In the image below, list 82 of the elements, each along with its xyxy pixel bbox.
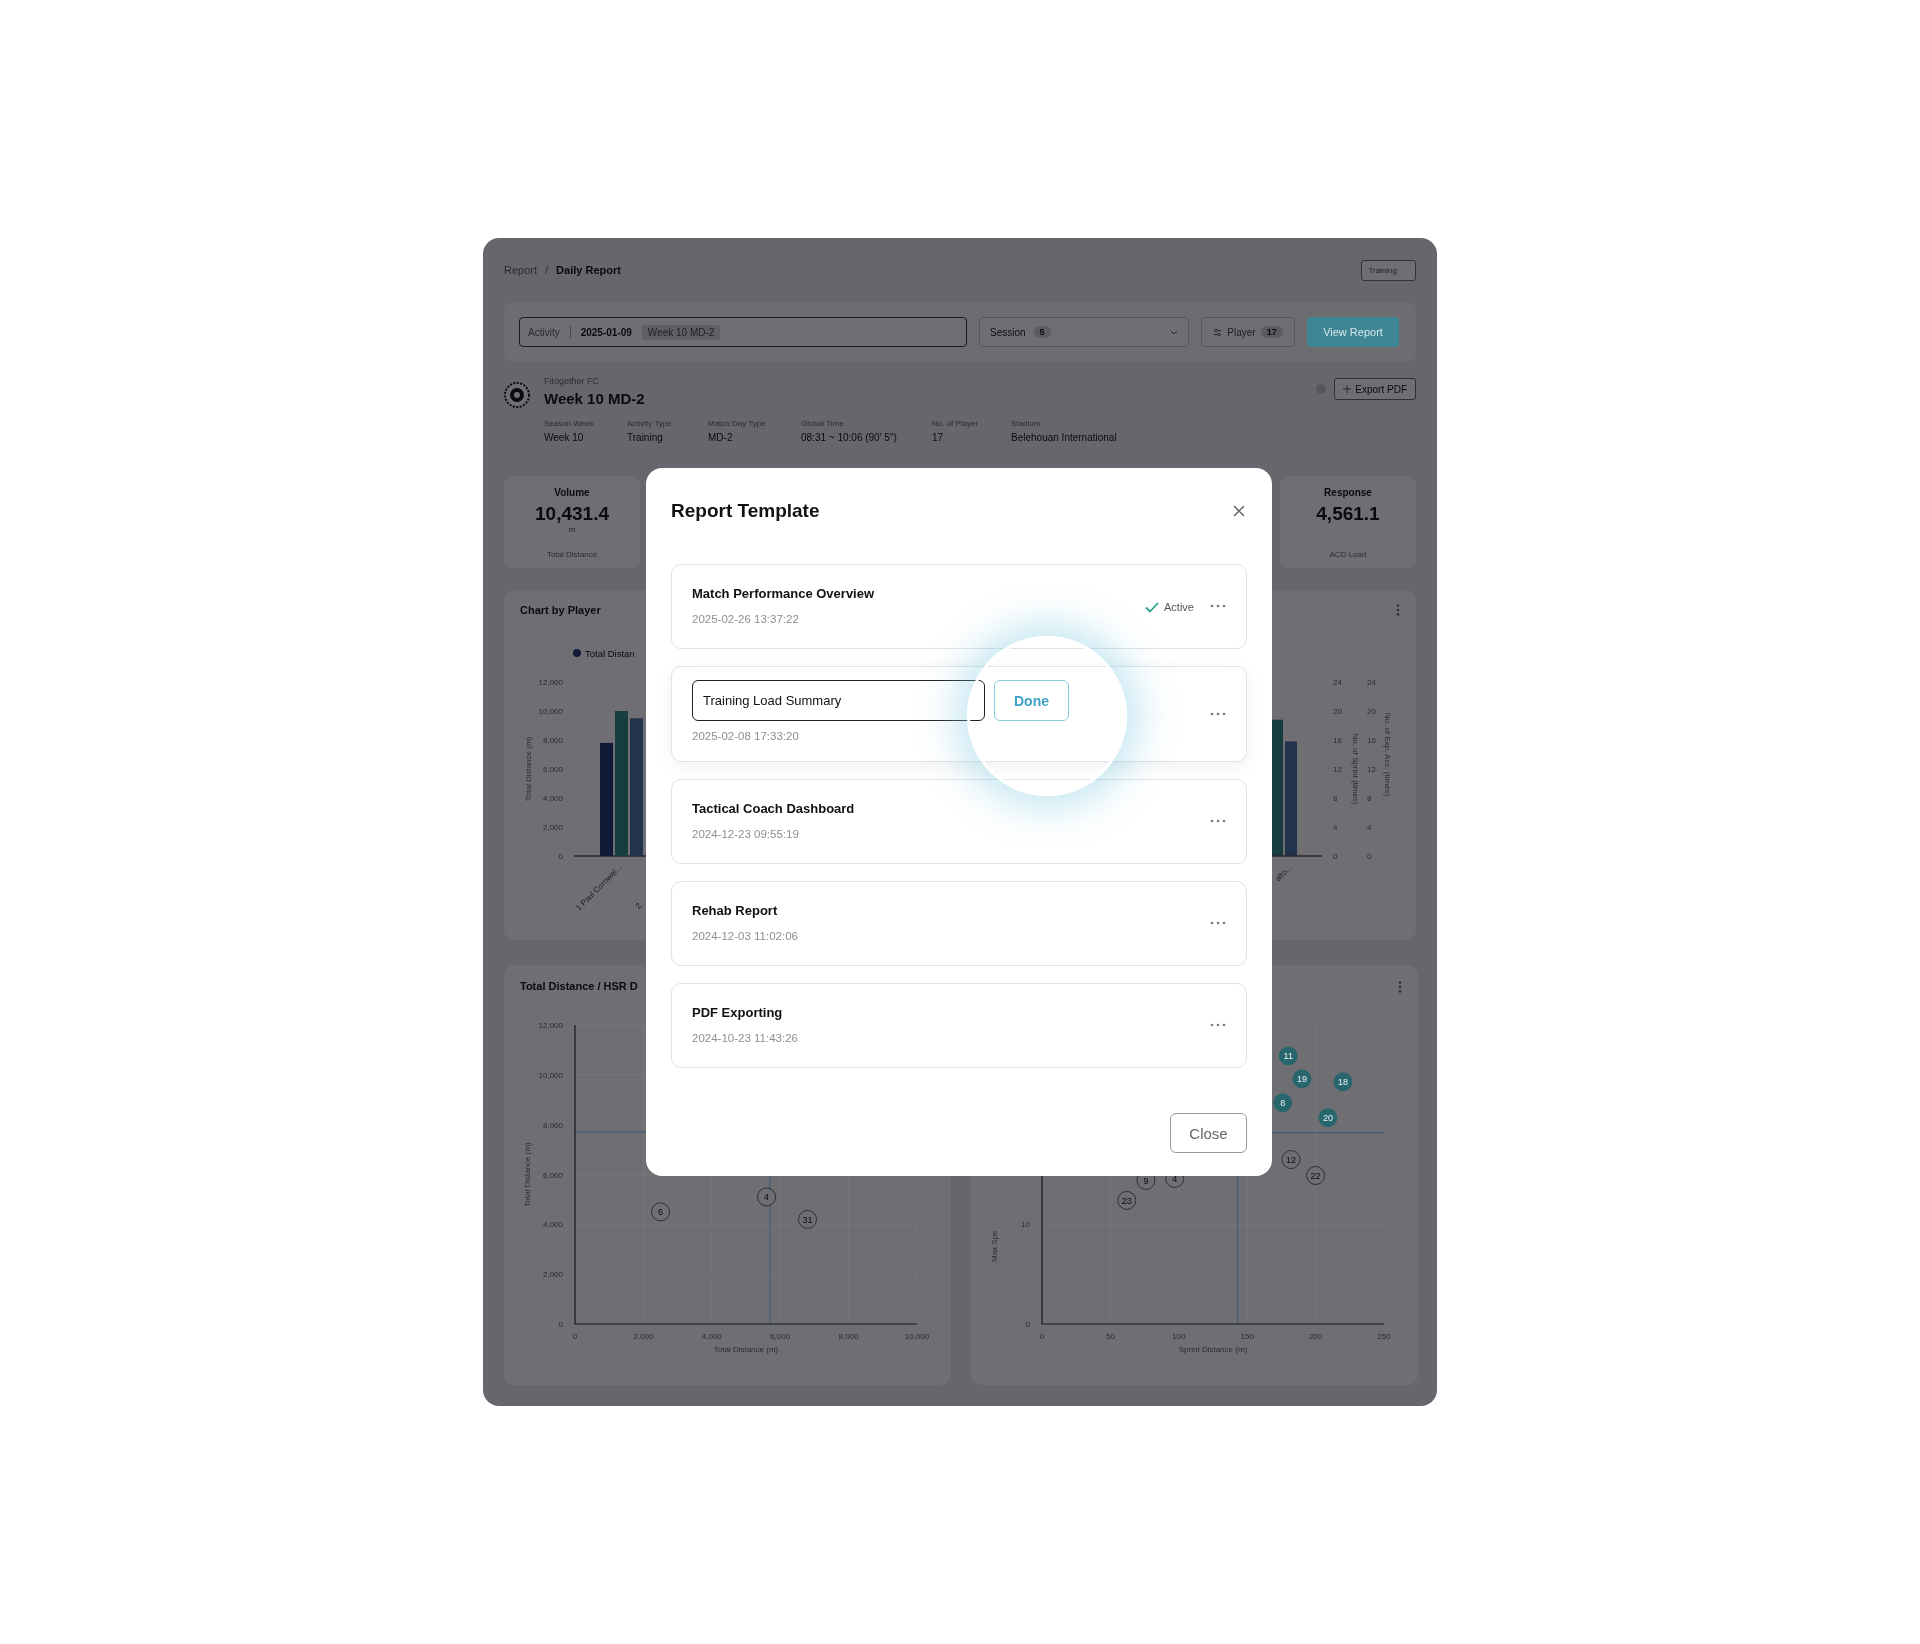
- export-button[interactable]: Export PDF: [1334, 378, 1416, 400]
- session-select[interactable]: Session 5: [979, 317, 1189, 347]
- template-date: 2024-12-03 11:02:06: [692, 930, 798, 942]
- category-label: alto...: [1273, 863, 1294, 884]
- breadcrumb-separator: /: [545, 264, 549, 276]
- tick-label: 100: [1172, 1332, 1186, 1341]
- legend-item: Total Distan: [573, 648, 635, 659]
- axis-title: Total Distance (m): [523, 1142, 532, 1207]
- meta-value: Training: [627, 432, 664, 443]
- breadcrumb-current: Daily Report: [556, 264, 621, 276]
- status-text: Active: [1164, 601, 1194, 613]
- template-name: Tactical Coach Dashboard: [692, 801, 855, 816]
- data-point: 4: [757, 1187, 776, 1207]
- data-point: 18: [1333, 1072, 1353, 1092]
- template-date: 2025-02-26 13:37:22: [692, 613, 800, 625]
- close-button[interactable]: Close: [1170, 1113, 1247, 1153]
- template-date: 2024-12-23 09:55:19: [692, 828, 800, 840]
- meta-value: 08:31 ~ 10:06 (90' 5"): [801, 432, 898, 443]
- template-card[interactable]: Tactical Coach Dashboard 2024-12-23 09:55:19: [671, 779, 1247, 864]
- data-point: 23: [1117, 1190, 1137, 1210]
- data-point: 22: [1306, 1166, 1326, 1185]
- tick-label: 16: [1367, 736, 1376, 745]
- view-report-button[interactable]: View Report: [1307, 317, 1399, 347]
- more-icon[interactable]: [1210, 1023, 1226, 1029]
- more-icon[interactable]: [1210, 712, 1226, 718]
- template-name: Match Performance Overview: [692, 586, 875, 601]
- template-name: Rehab Report: [692, 903, 779, 918]
- kpi-value: 10,431.4: [535, 503, 609, 525]
- data-point: 31: [798, 1209, 818, 1229]
- tick-label: 12: [1367, 765, 1376, 774]
- category-label: 2: [633, 901, 644, 911]
- data-point: 8: [1273, 1093, 1293, 1113]
- session-title: Week 10 MD-2: [544, 390, 646, 407]
- chart-title: Total Distance / HSR D: [520, 980, 638, 994]
- meta-value: 17: [932, 432, 945, 443]
- sliders-icon: [1213, 327, 1223, 337]
- more-icon[interactable]: [1210, 921, 1226, 927]
- kpi-unit: m: [568, 525, 576, 534]
- tick-label: 16: [1333, 736, 1342, 745]
- done-button[interactable]: Done: [994, 680, 1069, 721]
- tick-label: 10: [1021, 1220, 1030, 1230]
- kpi-caption: Total Distance: [546, 550, 598, 559]
- kpi-value: 4,561.1: [1316, 503, 1380, 525]
- data-point: 20: [1318, 1108, 1338, 1128]
- dialog-title: Report Template: [671, 500, 820, 522]
- legend-label: Total Distan: [585, 648, 635, 659]
- tick-label: 2,000: [633, 1332, 654, 1341]
- meta-value: Week 10: [544, 432, 585, 443]
- check-icon: [1145, 601, 1160, 613]
- activity-field[interactable]: Activity 2025-01-09 Week 10 MD-2: [519, 317, 967, 347]
- more-icon[interactable]: [1398, 981, 1402, 993]
- tick-label: 24: [1333, 678, 1342, 687]
- breadcrumb-link[interactable]: Report: [504, 264, 538, 276]
- template-card[interactable]: Rehab Report 2024-12-03 11:02:06: [671, 881, 1247, 966]
- template-card[interactable]: Match Performance Overview 2025-02-26 13:37:22 Active: [671, 564, 1247, 649]
- meta-value: Belehouan International: [1011, 432, 1118, 443]
- more-icon[interactable]: [1210, 819, 1226, 825]
- mode-button[interactable]: Training: [1361, 259, 1416, 281]
- chart-title: Chart by Player: [520, 604, 601, 618]
- template-name: PDF Exporting: [692, 1005, 784, 1020]
- template-date: 2024-10-23 11:43:26: [692, 1032, 798, 1044]
- name-input[interactable]: Training Load Summary: [692, 680, 985, 721]
- close-icon[interactable]: [1231, 503, 1247, 519]
- template-date: 2025-02-08 17:33:20: [692, 730, 800, 742]
- data-point: 19: [1292, 1069, 1312, 1089]
- kpi-title: Volume: [554, 487, 590, 498]
- tick-label: 4,000: [701, 1332, 722, 1341]
- template-card[interactable]: Training Load Summary Done 2025-02-08 17:33:20: [671, 666, 1247, 762]
- club-logo-icon: [504, 382, 530, 408]
- data-point: 11: [1278, 1046, 1298, 1066]
- meta-value: MD-2: [708, 432, 734, 443]
- template-card[interactable]: PDF Exporting 2024-10-23 11:43:26: [671, 983, 1247, 1068]
- data-point: 6: [651, 1202, 670, 1222]
- more-icon[interactable]: [1396, 604, 1400, 616]
- plus-icon: [1343, 385, 1352, 393]
- tick-label: 24: [1367, 678, 1376, 687]
- data-point: 12: [1281, 1150, 1301, 1170]
- more-icon[interactable]: [1210, 604, 1226, 610]
- player-button[interactable]: Player 17: [1201, 317, 1295, 347]
- kpi-title: Response: [1324, 487, 1372, 498]
- tick-label: 12: [1333, 765, 1342, 774]
- chevron-down-icon: [1170, 329, 1178, 335]
